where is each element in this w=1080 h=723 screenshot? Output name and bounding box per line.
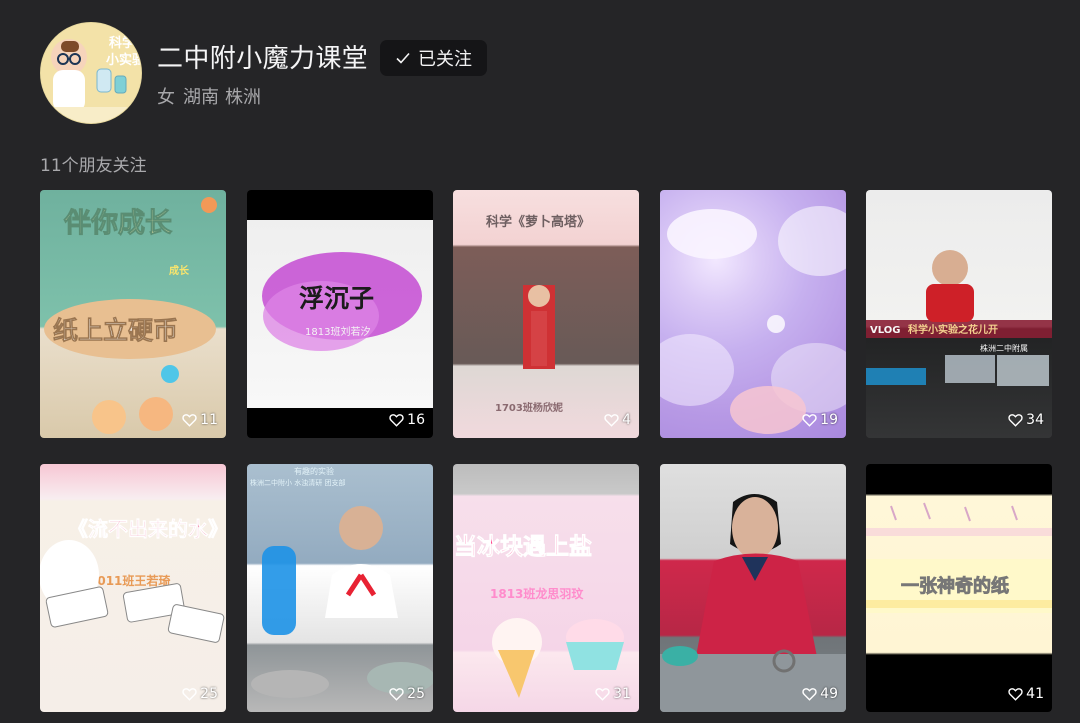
- video-thumbnail: 当冰块遇上盐 1813班龙思羽玟: [453, 464, 639, 712]
- video-card[interactable]: 《流不出来的水》 2011班王若琦 25: [40, 464, 226, 712]
- video-thumbnail: [660, 464, 846, 712]
- video-card[interactable]: VLOG 科学小实验之花儿开 株洲二中附属 34: [866, 190, 1052, 438]
- like-count: 25: [389, 686, 425, 702]
- thumbnail-subtitle: 1813班龙思羽玟: [490, 586, 584, 601]
- profile-page: 科学 小实验 二中附小魔力课堂 已关注 女 湖南 株洲 11个朋友关注 伴你成长: [0, 0, 1080, 723]
- like-number: 4: [622, 412, 631, 428]
- like-count: 19: [802, 412, 838, 428]
- heart-icon: [595, 687, 610, 701]
- like-number: 41: [1026, 686, 1044, 702]
- video-card[interactable]: 当冰块遇上盐 1813班龙思羽玟 31: [453, 464, 639, 712]
- thumbnail-badge: VLOG: [870, 325, 900, 336]
- like-count: 49: [802, 686, 838, 702]
- like-number: 49: [820, 686, 838, 702]
- video-thumbnail: VLOG 科学小实验之花儿开 株洲二中附属: [866, 190, 1052, 438]
- thumbnail-subtitle: 株洲二中附属: [980, 343, 1028, 353]
- gender: 女: [157, 87, 175, 108]
- heart-icon: [182, 687, 197, 701]
- location: 湖南 株洲: [183, 83, 261, 109]
- video-thumbnail: 浮沉子 1813班刘若汐: [247, 190, 433, 438]
- like-number: 16: [407, 412, 425, 428]
- video-thumbnail: [660, 190, 846, 438]
- heart-icon: [1008, 413, 1023, 427]
- heart-icon: [182, 413, 197, 427]
- thumbnail-caption: 一张神奇的纸: [901, 575, 1009, 597]
- like-count: 25: [182, 686, 218, 702]
- city: 株洲: [225, 87, 261, 108]
- like-count: 31: [595, 686, 631, 702]
- thumbnail-caption: 浮沉子: [299, 284, 374, 313]
- follow-status-button[interactable]: 已关注: [380, 40, 487, 76]
- heart-icon: [389, 413, 404, 427]
- thumbnail-subtitle: 株洲二中附小 水浊清研 团支部: [250, 478, 345, 487]
- like-number: 11: [200, 412, 218, 428]
- follow-status-label: 已关注: [418, 49, 472, 70]
- like-number: 34: [1026, 412, 1044, 428]
- video-thumbnail: 《流不出来的水》 2011班王若琦: [40, 464, 226, 712]
- thumbnail-caption: 《流不出来的水》: [68, 517, 226, 541]
- thumbnail-title: 伴你成长: [63, 208, 173, 239]
- heart-icon: [604, 413, 619, 427]
- svg-text:科学: 科学: [109, 35, 135, 51]
- video-grid: 伴你成长 成长 纸上立硬币 11 浮沉子 1813班刘若汐 16 科学《萝卜高塔…: [40, 190, 1052, 712]
- svg-text:小实验: 小实验: [106, 52, 142, 68]
- heart-icon: [389, 687, 404, 701]
- thumbnail-subtitle: 1813班刘若汐: [305, 325, 370, 338]
- heart-icon: [802, 687, 817, 701]
- province: 湖南: [183, 87, 219, 108]
- video-card[interactable]: 一张神奇的纸 41: [866, 464, 1052, 712]
- video-card[interactable]: 有趣的实验 株洲二中附小 水浊清研 团支部 25: [247, 464, 433, 712]
- profile-name: 二中附小魔力课堂: [157, 44, 369, 74]
- video-thumbnail: 伴你成长 成长 纸上立硬币: [40, 190, 226, 438]
- video-card[interactable]: 浮沉子 1813班刘若汐 16: [247, 190, 433, 438]
- like-count: 11: [182, 412, 218, 428]
- profile-meta: 女 湖南 株洲: [157, 83, 261, 109]
- video-card[interactable]: 伴你成长 成长 纸上立硬币 11: [40, 190, 226, 438]
- video-thumbnail: 科学《萝卜高塔》 1703班杨欣妮: [453, 190, 639, 438]
- profile-header: 科学 小实验 二中附小魔力课堂 已关注 女 湖南 株洲: [40, 22, 1040, 132]
- thumbnail-subtitle: 1703班杨欣妮: [495, 401, 563, 414]
- video-thumbnail: 一张神奇的纸: [866, 464, 1052, 712]
- video-thumbnail: 有趣的实验 株洲二中附小 水浊清研 团支部: [247, 464, 433, 712]
- like-count: 16: [389, 412, 425, 428]
- heart-icon: [802, 413, 817, 427]
- like-count: 4: [604, 412, 631, 428]
- like-number: 25: [200, 686, 218, 702]
- thumbnail-caption: 当冰块遇上盐: [454, 534, 592, 560]
- like-count: 34: [1008, 412, 1044, 428]
- thumbnail-caption: 纸上立硬币: [53, 316, 178, 345]
- video-card[interactable]: 科学《萝卜高塔》 1703班杨欣妮 4: [453, 190, 639, 438]
- like-number: 25: [407, 686, 425, 702]
- video-card[interactable]: 19: [660, 190, 846, 438]
- like-number: 31: [613, 686, 631, 702]
- like-count: 41: [1008, 686, 1044, 702]
- avatar[interactable]: 科学 小实验: [40, 22, 142, 124]
- friends-following[interactable]: 11个朋友关注: [40, 151, 147, 176]
- thumbnail-caption: 科学《萝卜高塔》: [486, 214, 590, 230]
- like-number: 19: [820, 412, 838, 428]
- thumbnail-caption: 科学小实验之花儿开: [908, 323, 998, 336]
- check-icon: [395, 50, 411, 66]
- heart-icon: [1008, 687, 1023, 701]
- thumbnail-subtitle: 2011班王若琦: [89, 573, 170, 588]
- thumbnail-caption: 有趣的实验: [294, 466, 334, 476]
- thumbnail-tag: 成长: [169, 264, 190, 277]
- video-card[interactable]: 49: [660, 464, 846, 712]
